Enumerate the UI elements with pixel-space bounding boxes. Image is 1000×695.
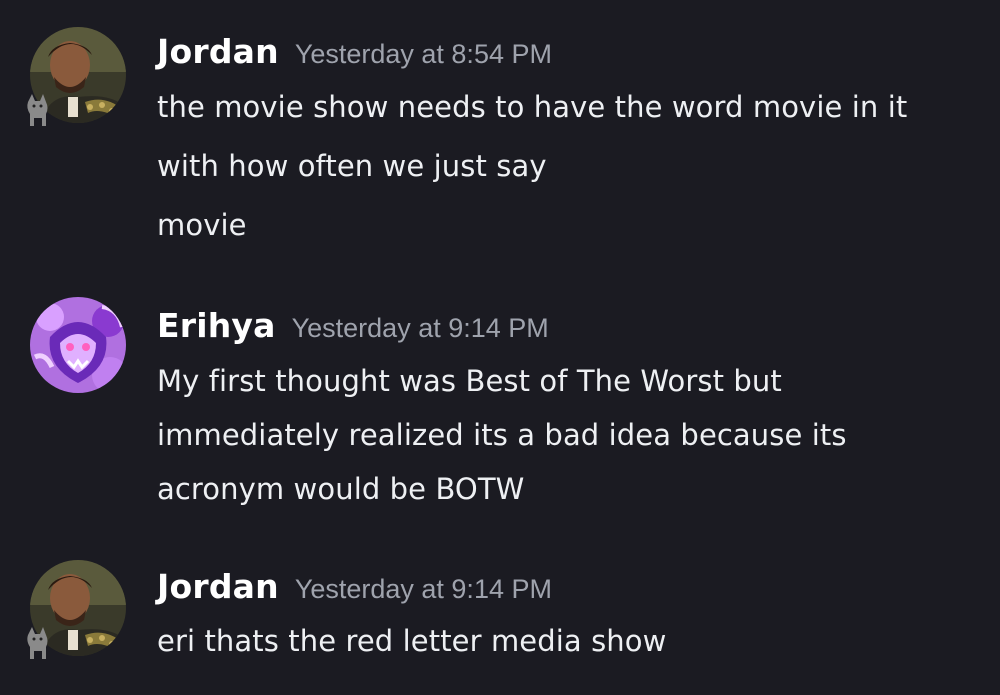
dog-icon	[27, 627, 48, 659]
erihya-avatar-icon[interactable]	[30, 297, 126, 393]
dog-icon	[27, 94, 48, 126]
message-text: acronym would be BOTW	[157, 472, 525, 506]
message-timestamp: Yesterday at 8:54 PM	[294, 39, 552, 69]
message-text: eri thats the red letter media show	[157, 624, 667, 658]
message-text: with how often we just say	[157, 149, 547, 183]
author-name[interactable]: Jordan	[157, 567, 279, 606]
message-timestamp: Yesterday at 9:14 PM	[294, 574, 552, 604]
message-text: movie	[157, 208, 247, 242]
author-name[interactable]: Erihya	[157, 306, 276, 345]
message-text: immediately realized its a bad idea beca…	[157, 418, 847, 452]
message-text: the movie show needs to have the word mo…	[157, 90, 908, 124]
author-name[interactable]: Jordan	[157, 32, 279, 71]
message-timestamp: Yesterday at 9:14 PM	[291, 313, 549, 343]
message-text: My first thought was Best of The Worst b…	[157, 364, 782, 398]
